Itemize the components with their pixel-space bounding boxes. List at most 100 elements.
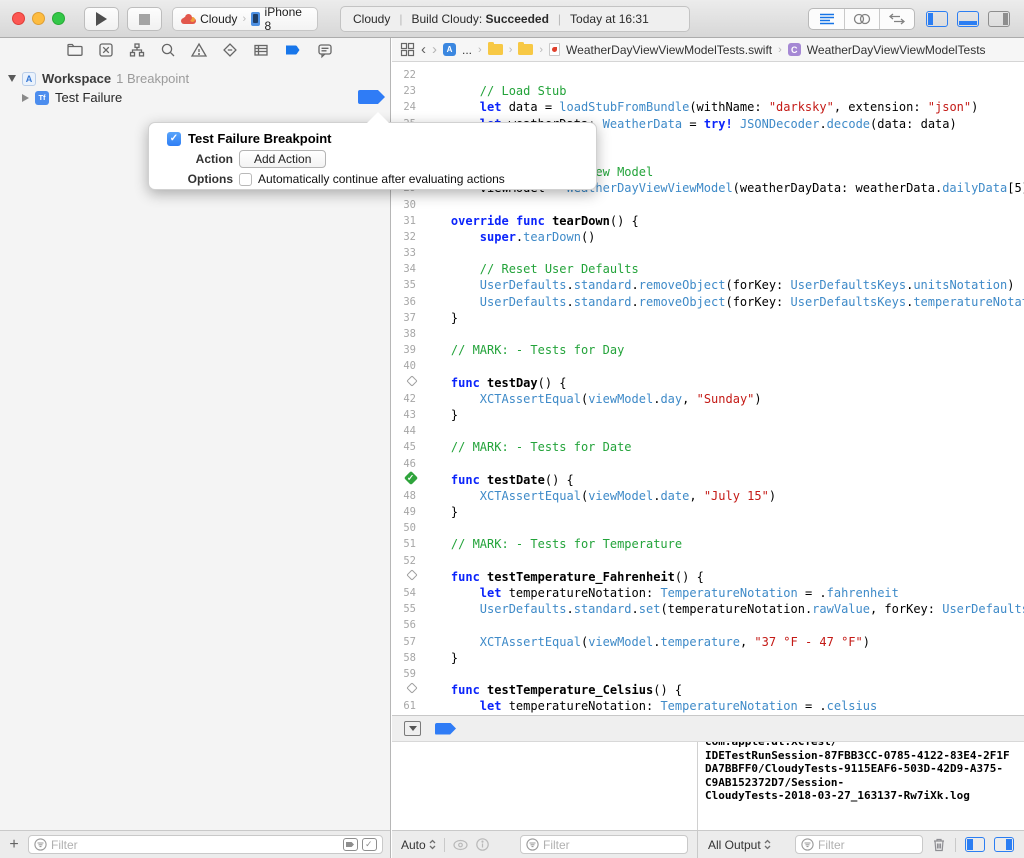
breakpoint-navigator-icon[interactable] [283,41,303,59]
console-filter-field[interactable]: Filter [795,835,923,854]
debug-navigator-icon[interactable] [252,41,270,59]
clear-console-trash-icon[interactable] [932,837,946,852]
add-action-button[interactable]: Add Action [239,150,326,168]
code-line[interactable]: 34 // Reset User Defaults [392,261,1024,277]
breakpoint-row[interactable]: Tf Test Failure [0,88,390,107]
code-line[interactable]: func testTemperature_Celsius() { [392,682,1024,698]
line-number: 45 [392,439,418,455]
variables-filter-field[interactable]: Filter [520,835,688,854]
code-line[interactable]: 58 } [392,650,1024,666]
code-line[interactable]: 24 let data = loadStubFromBundle(withNam… [392,99,1024,115]
test-indicator-icon[interactable] [392,569,418,585]
related-items-icon[interactable] [400,42,415,57]
code-line[interactable]: 50 [392,520,1024,536]
code-line[interactable]: 43 } [392,407,1024,423]
code-line[interactable]: ✓ func testDate() { [392,472,1024,488]
code-line[interactable]: 55 UserDefaults.standard.set(temperature… [392,601,1024,617]
workspace-row[interactable]: A Workspace 1 Breakpoint [0,69,390,88]
code-line[interactable]: 57 XCTAssertEqual(viewModel.temperature,… [392,634,1024,650]
scheme-selector[interactable]: Cloudy › iPhone 8 [172,7,318,31]
scheme-device[interactable]: iPhone 8 [265,5,309,33]
test-indicator-icon[interactable]: ✓ [392,472,418,488]
code-line[interactable]: 31 override func tearDown() { [392,213,1024,229]
toggle-debug-area-button[interactable] [957,11,979,27]
console-view[interactable]: com.apple.dt.XCTest/IDETestRunSession-87… [698,742,1024,831]
issue-navigator-icon[interactable] [190,41,208,59]
code-line[interactable]: func testTemperature_Fahrenheit() { [392,569,1024,585]
toggle-navigator-button[interactable] [926,11,948,27]
code-line[interactable]: 38 [392,326,1024,342]
report-navigator-icon[interactable] [316,41,334,59]
project-navigator-icon[interactable] [66,41,84,59]
stop-button[interactable] [127,7,162,31]
disclosure-open-icon[interactable] [8,75,16,82]
run-button[interactable] [84,7,119,31]
code-line[interactable]: 54 let temperatureNotation: TemperatureN… [392,585,1024,601]
folder-icon[interactable] [488,44,503,55]
breakpoint-enabled-checkbox[interactable]: ✓ [167,132,181,146]
code-line[interactable]: 30 [392,197,1024,213]
zoom-window-button[interactable] [52,12,65,25]
test-indicator-icon[interactable] [392,682,418,698]
line-number: 34 [392,261,418,277]
code-line[interactable]: 59 [392,666,1024,682]
jumpbar-ellipsis[interactable]: ... [462,43,472,57]
breakpoint-enabled-flag[interactable] [358,90,385,104]
line-number: 37 [392,310,418,326]
code-line[interactable]: 33 [392,245,1024,261]
jumpbar-symbol[interactable]: WeatherDayViewViewModelTests [807,43,986,57]
jumpbar-file[interactable]: WeatherDayViewViewModelTests.swift [566,43,772,57]
version-editor-button[interactable] [879,9,914,29]
code-line[interactable]: 23 // Load Stub [392,83,1024,99]
toggle-inspector-button[interactable] [988,11,1010,27]
code-line[interactable]: 45 // MARK: - Tests for Date [392,439,1024,455]
auto-continue-checkbox[interactable] [239,173,252,186]
code-line[interactable]: 32 super.tearDown() [392,229,1024,245]
scope-popup[interactable]: Auto [401,838,436,852]
source-control-navigator-icon[interactable] [97,41,115,59]
code-line[interactable]: 56 [392,617,1024,633]
code-line[interactable]: 44 [392,423,1024,439]
variables-view[interactable] [392,742,698,831]
code-line[interactable]: 46 [392,456,1024,472]
filter-enabled-toggle[interactable]: ✓ [362,838,377,851]
show-console-view-button[interactable] [994,837,1014,852]
scheme-name[interactable]: Cloudy [200,12,237,26]
code-line[interactable]: 36 UserDefaults.standard.removeObject(fo… [392,294,1024,310]
test-indicator-icon[interactable] [392,375,418,391]
code-line[interactable]: 35 UserDefaults.standard.removeObject(fo… [392,277,1024,293]
minimize-window-button[interactable] [32,12,45,25]
disclosure-closed-icon[interactable] [22,94,29,102]
show-variables-view-button[interactable] [965,837,985,852]
add-breakpoint-button[interactable]: + [7,837,21,853]
info-icon[interactable] [476,838,489,851]
filter-placeholder: Filter [818,838,917,852]
code-line[interactable]: 37 } [392,310,1024,326]
code-line[interactable]: 48 XCTAssertEqual(viewModel.date, "July … [392,488,1024,504]
code-line[interactable]: 42 XCTAssertEqual(viewModel.day, "Sunday… [392,391,1024,407]
debug-toolbar [392,716,1024,742]
code-line[interactable]: func testDay() { [392,375,1024,391]
code-line[interactable]: 49 } [392,504,1024,520]
code-line[interactable]: 22 [392,67,1024,83]
folder-icon[interactable] [518,44,533,55]
code-line[interactable]: 39 // MARK: - Tests for Day [392,342,1024,358]
test-navigator-icon[interactable] [221,41,239,59]
code-line[interactable]: 52 [392,553,1024,569]
code-line[interactable]: 51 // MARK: - Tests for Temperature [392,536,1024,552]
go-forward-button[interactable]: › [432,41,437,58]
go-back-button[interactable]: ‹ [421,41,426,58]
filter-breakpoints-toggle[interactable] [343,838,358,851]
code-line[interactable]: 40 [392,358,1024,374]
find-navigator-icon[interactable] [159,41,177,59]
code-line[interactable]: 61 let temperatureNotation: TemperatureN… [392,698,1024,714]
close-window-button[interactable] [12,12,25,25]
standard-editor-button[interactable] [809,9,844,29]
symbol-navigator-icon[interactable] [128,41,146,59]
assistant-editor-button[interactable] [844,9,879,29]
output-popup[interactable]: All Output [708,838,771,852]
hide-debug-area-button[interactable] [404,721,421,736]
quicklook-eye-icon[interactable] [453,839,468,851]
breakpoints-active-toggle[interactable] [435,723,456,735]
breakpoint-filter-field[interactable]: Filter ✓ [28,835,383,854]
